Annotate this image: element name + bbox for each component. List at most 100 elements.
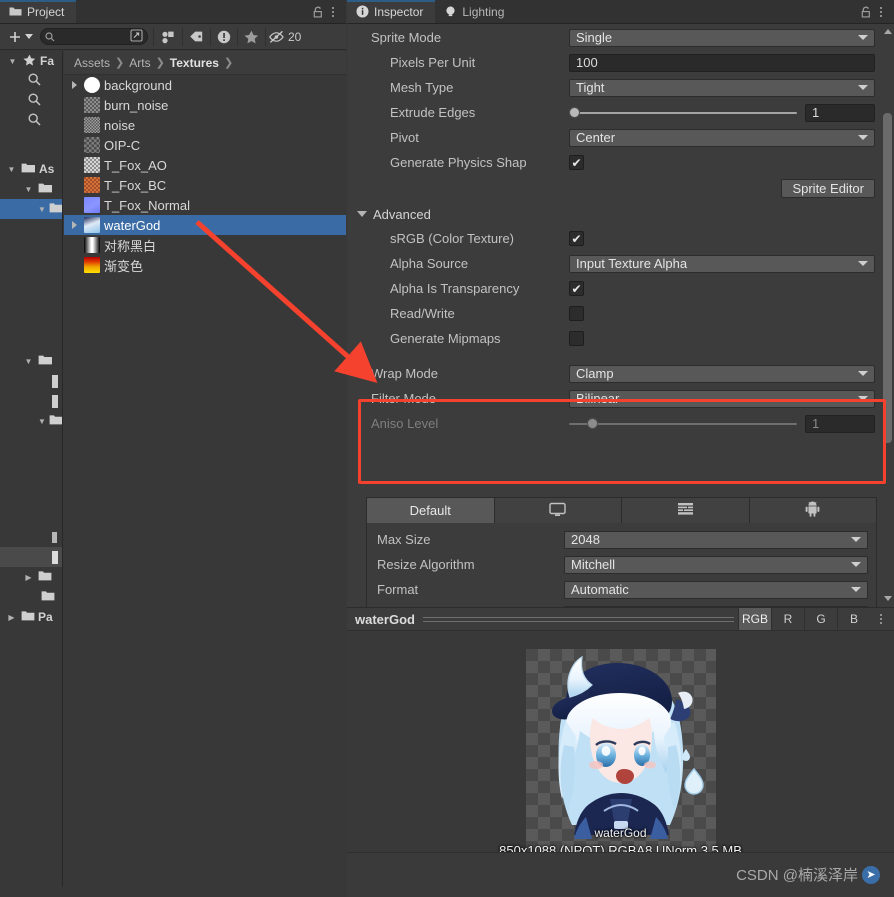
- channel-b-button[interactable]: B: [837, 608, 870, 630]
- tree-item-folder-d[interactable]: [0, 587, 62, 607]
- scrollbar-thumb[interactable]: [883, 113, 892, 443]
- chevron-right-icon[interactable]: ▶: [5, 613, 18, 622]
- channel-r-button[interactable]: R: [771, 608, 804, 630]
- filter-by-type-button[interactable]: [156, 27, 180, 47]
- tab-platform-android[interactable]: [749, 498, 876, 523]
- asset-name: background: [104, 77, 172, 93]
- star-icon: [23, 54, 36, 69]
- filter-by-warning-button[interactable]: [213, 27, 235, 47]
- dropdown-value: Automatic: [571, 582, 629, 597]
- pixels-per-unit-input[interactable]: 100: [569, 53, 875, 72]
- chevron-down-icon[interactable]: ▼: [6, 57, 19, 66]
- read-write-checkbox[interactable]: [569, 306, 584, 321]
- filter-by-label-button[interactable]: [185, 27, 208, 47]
- tree-item-file-b[interactable]: [0, 391, 62, 411]
- asset-name: T_Fox_BC: [104, 177, 167, 193]
- chevron-down-icon[interactable]: ▼: [38, 205, 46, 214]
- folder-tree[interactable]: ▼ Fa ▼ As ▼ ▼ ▼ ▼ ▶ ▶ Pa: [0, 51, 63, 887]
- tree-item-packages[interactable]: ▶ Pa: [0, 607, 62, 627]
- max-size-dropdown[interactable]: 2048: [564, 530, 868, 549]
- chevron-down-icon[interactable]: ▼: [22, 357, 35, 366]
- list-item[interactable]: 渐变色: [64, 255, 346, 275]
- extrude-edges-input[interactable]: 1: [805, 103, 875, 122]
- filter-mode-dropdown[interactable]: Bilinear: [569, 389, 875, 408]
- chevron-down-icon[interactable]: [357, 211, 367, 217]
- scroll-down-button[interactable]: [881, 592, 894, 605]
- tree-item-folder-b[interactable]: ▼: [0, 411, 62, 431]
- tree-item-textures[interactable]: ▼: [0, 199, 62, 219]
- search-input[interactable]: [40, 28, 148, 45]
- alpha-is-transparency-checkbox[interactable]: ✔: [569, 281, 584, 296]
- chevron-down-icon[interactable]: ▼: [22, 185, 35, 194]
- tree-item-folder-c[interactable]: ▶: [0, 567, 62, 587]
- breadcrumb-item-assets[interactable]: Assets: [74, 56, 110, 70]
- inspector-options-kebab-icon[interactable]: [875, 4, 887, 20]
- preview-stage: waterGod 850x1088 (NPOT) RGBA8 UNorm 3.5…: [347, 631, 894, 876]
- list-item[interactable]: noise: [64, 115, 346, 135]
- tab-lighting[interactable]: Lighting: [435, 0, 516, 23]
- slider-knob[interactable]: [569, 107, 580, 118]
- srgb-checkbox[interactable]: ✔: [569, 231, 584, 246]
- project-options-kebab-icon[interactable]: [327, 4, 339, 20]
- tab-inspector[interactable]: Inspector: [347, 0, 436, 23]
- tree-item-arts[interactable]: ▼: [0, 179, 62, 199]
- generate-physics-shape-checkbox[interactable]: ✔: [569, 155, 584, 170]
- list-item[interactable]: T_Fox_Normal: [64, 195, 346, 215]
- list-item[interactable]: T_Fox_AO: [64, 155, 346, 175]
- extrude-edges-slider[interactable]: [569, 106, 797, 120]
- slider-knob: [587, 418, 598, 429]
- tab-platform-standalone[interactable]: [494, 498, 622, 523]
- generate-mipmaps-checkbox[interactable]: [569, 331, 584, 346]
- tree-item-favorites[interactable]: ▼ Fa: [0, 51, 62, 71]
- field-label: sRGB (Color Texture): [390, 231, 515, 246]
- sprite-editor-button[interactable]: Sprite Editor: [781, 179, 875, 198]
- tree-item-search-1[interactable]: [0, 71, 62, 91]
- expand-arrow-icon[interactable]: [68, 221, 80, 229]
- list-item-selected[interactable]: waterGod: [64, 215, 346, 235]
- list-item[interactable]: T_Fox_BC: [64, 175, 346, 195]
- advanced-foldout[interactable]: Advanced: [347, 202, 894, 226]
- tab-project[interactable]: Project: [0, 0, 77, 23]
- preview-options-kebab-icon[interactable]: [875, 611, 887, 627]
- chevron-down-icon[interactable]: ▼: [5, 165, 18, 174]
- channel-g-button[interactable]: G: [804, 608, 837, 630]
- tree-item-assets[interactable]: ▼ As: [0, 159, 62, 179]
- list-item[interactable]: burn_noise: [64, 95, 346, 115]
- lock-icon[interactable]: [859, 5, 873, 19]
- lock-icon[interactable]: [311, 5, 325, 19]
- scroll-up-button[interactable]: [881, 25, 894, 38]
- tree-item-search-2[interactable]: [0, 91, 62, 111]
- file-icon: [52, 374, 58, 388]
- mesh-type-dropdown[interactable]: Tight: [569, 78, 875, 97]
- save-search-icon[interactable]: [130, 28, 143, 45]
- tree-item-file-a[interactable]: [0, 371, 62, 391]
- favorites-button[interactable]: [240, 27, 263, 47]
- list-item[interactable]: OIP-C: [64, 135, 346, 155]
- tree-item-file-c[interactable]: [0, 527, 62, 547]
- expand-arrow-icon[interactable]: [68, 81, 80, 89]
- create-add-button[interactable]: [4, 27, 37, 47]
- pivot-dropdown[interactable]: Center: [569, 128, 875, 147]
- sprite-mode-dropdown[interactable]: Single: [569, 28, 875, 47]
- inspector-scrollbar[interactable]: [881, 25, 894, 605]
- channel-rgb-button[interactable]: RGB: [738, 608, 771, 630]
- tree-item-file-selected[interactable]: [0, 547, 62, 567]
- alpha-source-dropdown[interactable]: Input Texture Alpha: [569, 254, 875, 273]
- inspector-tabbar: Inspector Lighting: [347, 0, 894, 24]
- chevron-right-icon[interactable]: ▶: [22, 573, 35, 582]
- asset-list[interactable]: background burn_noise noise OIP-C T_Fox_: [64, 75, 346, 887]
- format-dropdown[interactable]: Automatic: [564, 580, 868, 599]
- breadcrumb-item-arts[interactable]: Arts: [129, 56, 150, 70]
- hidden-items-counter[interactable]: 20: [268, 30, 305, 44]
- list-item[interactable]: background: [64, 75, 346, 95]
- wrap-mode-dropdown[interactable]: Clamp: [569, 364, 875, 383]
- search-icon: [28, 73, 41, 89]
- tree-item-search-3[interactable]: [0, 111, 62, 131]
- resize-algorithm-dropdown[interactable]: Mitchell: [564, 555, 868, 574]
- tab-platform-default[interactable]: Default: [367, 498, 495, 523]
- list-item[interactable]: 对称黑白: [64, 235, 346, 255]
- tab-platform-webgl[interactable]: [622, 498, 750, 523]
- tree-item-folder-a[interactable]: ▼: [0, 351, 62, 371]
- chevron-down-icon[interactable]: ▼: [38, 417, 46, 426]
- breadcrumb-item-textures[interactable]: Textures: [170, 56, 219, 70]
